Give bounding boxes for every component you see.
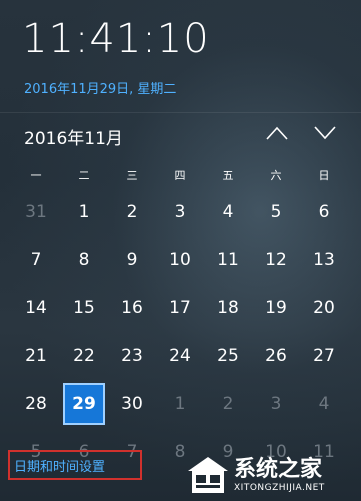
calendar-day[interactable]: 2 xyxy=(204,380,252,428)
calendar-day[interactable]: 28 xyxy=(12,380,60,428)
calendar-day[interactable]: 15 xyxy=(60,284,108,332)
calendar-day-today[interactable]: 29 xyxy=(63,383,105,425)
calendar-day[interactable]: 2 xyxy=(108,188,156,236)
watermark: 系统之家 XITONGZHIJIA.NET xyxy=(186,452,358,498)
calendar-day[interactable]: 23 xyxy=(108,332,156,380)
watermark-en: XITONGZHIJIA.NET xyxy=(234,483,325,493)
calendar-day[interactable]: 22 xyxy=(60,332,108,380)
xitongzhijia-logo-icon xyxy=(188,457,228,493)
calendar-day[interactable]: 19 xyxy=(252,284,300,332)
calendar-flyout: 11:41:10 2016年11月29日, 星期二 2016年11月 一 二 三… xyxy=(0,0,361,501)
calendar-day[interactable]: 4 xyxy=(204,188,252,236)
calendar-day[interactable]: 31 xyxy=(12,188,60,236)
calendar-day[interactable]: 9 xyxy=(108,236,156,284)
calendar-day[interactable]: 1 xyxy=(60,188,108,236)
weekday-header: 日 xyxy=(318,169,330,182)
divider xyxy=(0,112,361,113)
calendar-day[interactable]: 20 xyxy=(300,284,348,332)
weekday-header: 四 xyxy=(174,169,186,182)
calendar-day[interactable]: 24 xyxy=(156,332,204,380)
calendar-day[interactable]: 25 xyxy=(204,332,252,380)
weekday-header: 三 xyxy=(126,169,138,182)
calendar-day[interactable]: 13 xyxy=(300,236,348,284)
current-date-link[interactable]: 2016年11月29日, 星期二 xyxy=(24,78,176,97)
calendar-day[interactable]: 16 xyxy=(108,284,156,332)
calendar-day[interactable]: 7 xyxy=(12,236,60,284)
calendar-day[interactable]: 8 xyxy=(60,236,108,284)
calendar-day[interactable]: 11 xyxy=(204,236,252,284)
calendar-day[interactable]: 18 xyxy=(204,284,252,332)
watermark-text: 系统之家 XITONGZHIJIA.NET xyxy=(234,457,325,493)
weekday-header: 一 xyxy=(30,169,42,182)
calendar-day[interactable]: 27 xyxy=(300,332,348,380)
calendar-day[interactable]: 17 xyxy=(156,284,204,332)
month-title[interactable]: 2016年11月 xyxy=(24,124,123,149)
calendar-grid: 一 二 三 四 五 六 日 31 1 2 3 4 5 6 7 8 9 10 11… xyxy=(12,162,348,476)
calendar-day[interactable]: 1 xyxy=(156,380,204,428)
calendar-day[interactable]: 4 xyxy=(300,380,348,428)
weekday-header: 二 xyxy=(78,169,90,182)
calendar-day[interactable]: 5 xyxy=(252,188,300,236)
clock-time: 11:41:10 xyxy=(22,16,210,62)
chevron-up-icon xyxy=(266,126,288,140)
calendar-day[interactable]: 3 xyxy=(156,188,204,236)
previous-month-button[interactable] xyxy=(262,118,292,148)
calendar-day[interactable]: 10 xyxy=(156,236,204,284)
next-month-button[interactable] xyxy=(310,118,340,148)
calendar-day[interactable]: 30 xyxy=(108,380,156,428)
calendar-day[interactable]: 21 xyxy=(12,332,60,380)
weekday-header: 五 xyxy=(222,169,234,182)
calendar-day[interactable]: 12 xyxy=(252,236,300,284)
calendar-day[interactable]: 26 xyxy=(252,332,300,380)
calendar-day[interactable]: 3 xyxy=(252,380,300,428)
watermark-cn: 系统之家 xyxy=(234,457,323,482)
calendar-day[interactable]: 6 xyxy=(300,188,348,236)
chevron-down-icon xyxy=(314,126,336,140)
calendar-day[interactable]: 14 xyxy=(12,284,60,332)
weekday-header: 六 xyxy=(270,169,282,182)
date-time-settings-link[interactable]: 日期和时间设置 xyxy=(14,456,105,475)
